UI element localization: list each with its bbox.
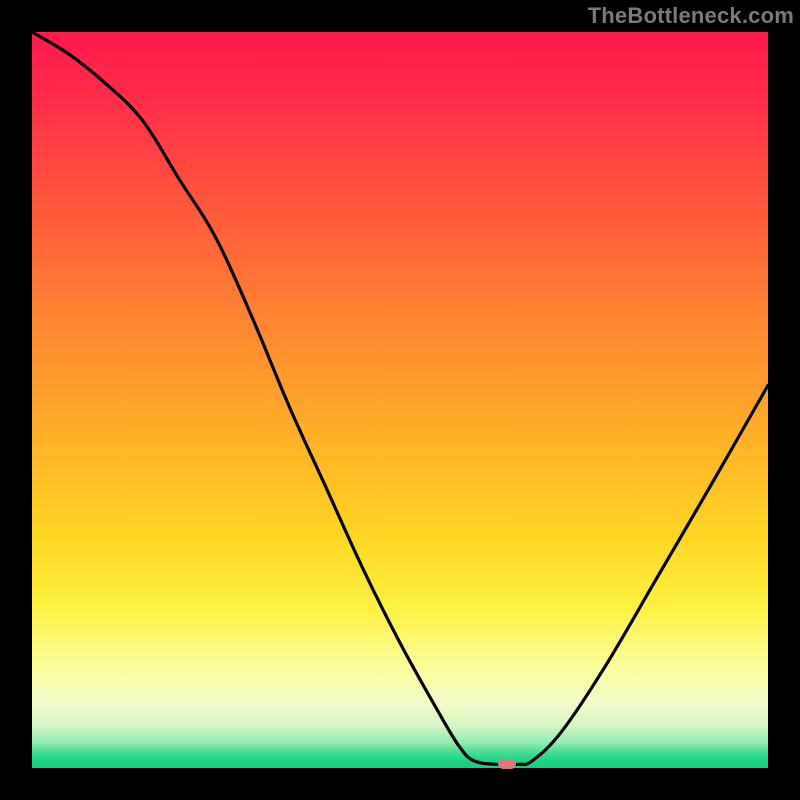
chart-plot-area [32,32,768,768]
bottleneck-curve [32,32,768,768]
optimum-marker [498,759,516,769]
chart-frame: TheBottleneck.com [0,0,800,800]
watermark-text: TheBottleneck.com [588,3,794,29]
